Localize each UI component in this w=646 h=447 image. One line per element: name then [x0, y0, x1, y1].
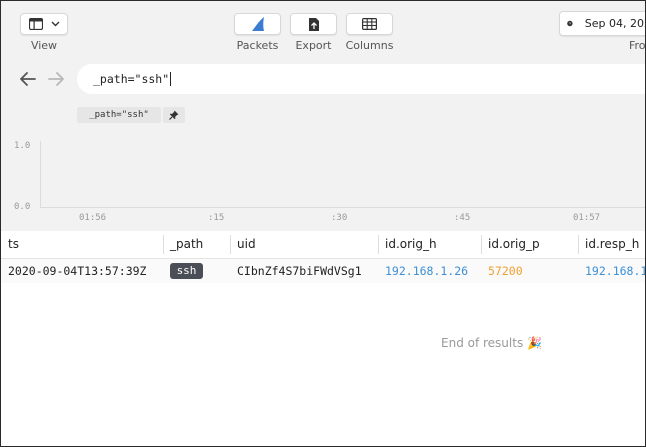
- packets-button[interactable]: [234, 13, 281, 35]
- column-header-orig-h[interactable]: id.orig_h: [385, 231, 437, 258]
- column-resize-handle[interactable]: [578, 235, 579, 254]
- x-tick: 01:57: [573, 213, 601, 223]
- pin-icon: [169, 110, 179, 120]
- date-value: Sep 04, 2020: [584, 17, 645, 30]
- columns-label: Columns: [345, 39, 394, 52]
- layout-icon: [28, 18, 43, 30]
- end-of-results: End of results 🎉: [441, 336, 542, 350]
- x-axis-line: [40, 207, 645, 208]
- y-tick: 0.0: [14, 202, 31, 212]
- column-resize-handle[interactable]: [163, 235, 164, 254]
- shark-fin-icon: [251, 17, 264, 31]
- table-header: ts _path uid id.orig_h id.orig_p id.resp…: [1, 231, 645, 259]
- column-resize-handle[interactable]: [481, 235, 482, 254]
- date-picker-button[interactable]: Sep 04, 2020: [559, 11, 645, 36]
- packets-label: Packets: [236, 39, 279, 52]
- column-header-uid[interactable]: uid: [237, 231, 256, 258]
- column-header-resp-h[interactable]: id.resp_h: [585, 231, 639, 258]
- column-header-orig-p[interactable]: id.orig_p: [488, 231, 540, 258]
- column-resize-handle[interactable]: [378, 235, 379, 254]
- cell-resp-h[interactable]: 192.168.1.1: [585, 259, 645, 283]
- export-icon: [308, 17, 319, 31]
- y-axis-line: [40, 141, 41, 207]
- path-tag[interactable]: ssh: [170, 263, 203, 279]
- back-arrow-icon[interactable]: [17, 68, 39, 90]
- clock-icon: [567, 20, 573, 27]
- search-input[interactable]: _path="ssh": [77, 64, 645, 94]
- pin-button[interactable]: [163, 107, 185, 123]
- cell-orig-h[interactable]: 192.168.1.26: [385, 259, 468, 283]
- search-query: _path="ssh": [93, 72, 170, 86]
- cell-uid[interactable]: CIbnZf4S7biFWdVSg1: [237, 259, 362, 283]
- view-label: View: [30, 39, 58, 52]
- column-resize-handle[interactable]: [230, 235, 231, 254]
- app-window: View Packets Export Columns Sep 04, 20 F…: [0, 0, 646, 447]
- y-tick: 1.0: [14, 141, 31, 151]
- x-tick: :30: [331, 213, 348, 223]
- column-header-ts[interactable]: ts: [8, 231, 19, 258]
- pinned-filter[interactable]: _path="ssh": [77, 107, 161, 123]
- toolbar-area: View Packets Export Columns Sep 04, 20 F…: [1, 1, 646, 231]
- from-label: From: [629, 39, 646, 52]
- forward-arrow-icon[interactable]: [45, 68, 67, 90]
- x-tick: :15: [208, 213, 225, 223]
- cell-ts[interactable]: 2020-09-04T13:57:39Z: [8, 259, 146, 283]
- cell-orig-p[interactable]: 57200: [488, 259, 523, 283]
- export-label: Export: [295, 39, 332, 52]
- table-row[interactable]: 2020-09-04T13:57:39Z ssh CIbnZf4S7biFWdV…: [1, 259, 645, 283]
- x-tick: 01:56: [79, 213, 107, 223]
- x-tick: :45: [454, 213, 471, 223]
- table-icon: [362, 18, 377, 30]
- chevron-down-icon: [51, 21, 59, 27]
- export-button[interactable]: [290, 13, 337, 35]
- view-button[interactable]: [20, 13, 68, 35]
- text-caret: [170, 72, 172, 86]
- columns-button[interactable]: [346, 13, 393, 35]
- column-header-path[interactable]: _path: [170, 231, 203, 258]
